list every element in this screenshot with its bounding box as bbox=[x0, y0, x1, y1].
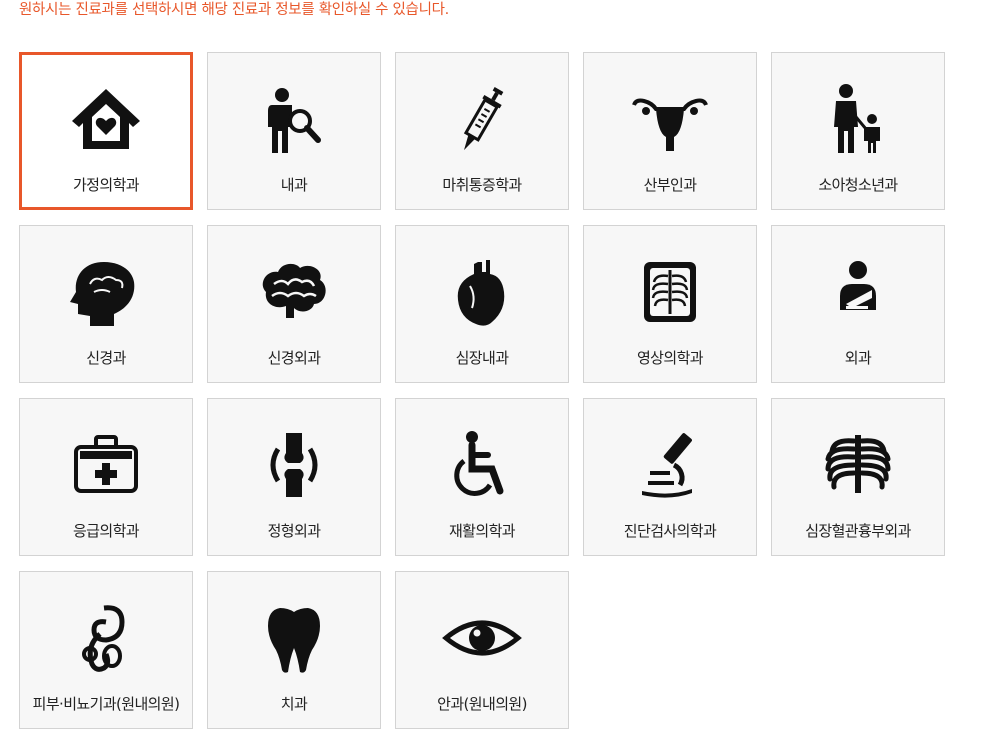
department-label: 치과 bbox=[280, 695, 308, 713]
department-card[interactable]: 산부인과 bbox=[583, 52, 757, 210]
department-label: 신경과 bbox=[86, 349, 126, 367]
microscope-icon bbox=[630, 425, 710, 505]
brain-icon bbox=[254, 252, 334, 332]
parent-child-icon bbox=[818, 79, 898, 159]
department-label: 정형외과 bbox=[267, 522, 321, 540]
eye-icon bbox=[442, 598, 522, 678]
uterus-icon bbox=[630, 79, 710, 159]
department-card[interactable]: 신경외과 bbox=[207, 225, 381, 383]
department-card[interactable]: 마취통증학과 bbox=[395, 52, 569, 210]
department-card[interactable]: 심장혈관흉부외과 bbox=[771, 398, 945, 556]
department-card[interactable]: 응급의학과 bbox=[19, 398, 193, 556]
department-label: 산부인과 bbox=[643, 176, 697, 194]
department-card[interactable]: 치과 bbox=[207, 571, 381, 729]
urology-icon bbox=[66, 598, 146, 678]
department-label: 진단검사의학과 bbox=[623, 522, 717, 540]
department-card[interactable]: 심장내과 bbox=[395, 225, 569, 383]
department-label: 신경외과 bbox=[267, 349, 321, 367]
department-card[interactable]: 정형외과 bbox=[207, 398, 381, 556]
head-brain-icon bbox=[66, 252, 146, 332]
department-label: 외과 bbox=[844, 349, 872, 367]
department-card[interactable]: 재활의학과 bbox=[395, 398, 569, 556]
department-grid: 가정의학과 내과 마취통증학과 산부인과 소아청소년과 신경과 신경외과 심장내… bbox=[19, 52, 945, 729]
department-card[interactable]: 진단검사의학과 bbox=[583, 398, 757, 556]
department-card[interactable]: 소아청소년과 bbox=[771, 52, 945, 210]
home-heart-icon bbox=[66, 79, 146, 159]
department-label: 재활의학과 bbox=[448, 522, 516, 540]
knee-joint-icon bbox=[254, 425, 334, 505]
department-label: 피부·비뇨기과(원내의원) bbox=[32, 695, 180, 713]
xray-icon bbox=[630, 252, 710, 332]
tooth-icon bbox=[254, 598, 334, 678]
department-card[interactable]: 가정의학과 bbox=[19, 52, 193, 210]
department-card[interactable]: 내과 bbox=[207, 52, 381, 210]
department-label: 안과(원내의원) bbox=[437, 695, 527, 713]
department-label: 가정의학과 bbox=[72, 176, 140, 194]
department-label: 심장내과 bbox=[455, 349, 509, 367]
department-label: 내과 bbox=[280, 176, 308, 194]
heart-organ-icon bbox=[442, 252, 522, 332]
syringe-icon bbox=[442, 79, 522, 159]
doctor-magnifier-icon bbox=[254, 79, 334, 159]
department-card[interactable]: 신경과 bbox=[19, 225, 193, 383]
department-card[interactable]: 영상의학과 bbox=[583, 225, 757, 383]
department-card[interactable]: 피부·비뇨기과(원내의원) bbox=[19, 571, 193, 729]
department-label: 응급의학과 bbox=[72, 522, 140, 540]
department-label: 영상의학과 bbox=[636, 349, 704, 367]
department-label: 소아청소년과 bbox=[818, 176, 898, 194]
patient-sling-icon bbox=[818, 252, 898, 332]
intro-text: 원하시는 진료과를 선택하시면 해당 진료과 정보를 확인하실 수 있습니다. bbox=[19, 2, 449, 18]
department-label: 심장혈관흉부외과 bbox=[805, 522, 911, 540]
department-card[interactable]: 외과 bbox=[771, 225, 945, 383]
wheelchair-icon bbox=[442, 425, 522, 505]
department-card[interactable]: 안과(원내의원) bbox=[395, 571, 569, 729]
ribcage-icon bbox=[818, 425, 898, 505]
department-label: 마취통증학과 bbox=[442, 176, 522, 194]
first-aid-kit-icon bbox=[66, 425, 146, 505]
